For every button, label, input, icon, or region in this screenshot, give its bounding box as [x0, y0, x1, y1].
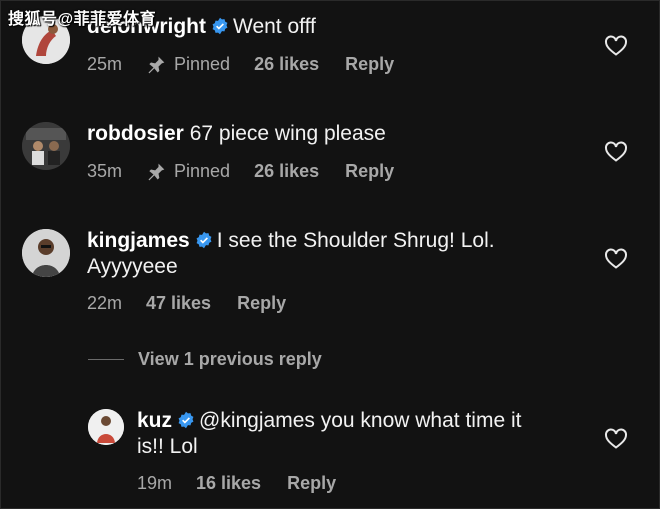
pin-icon: [148, 56, 165, 73]
heart-outline-icon[interactable]: [604, 247, 628, 269]
pinned-label: Pinned: [174, 54, 231, 74]
comment-text: I see the Shoulder Shrug! Lol.: [216, 229, 495, 252]
reply-button[interactable]: Reply: [237, 293, 286, 314]
watermark: 搜狐号@菲菲爱体育: [8, 11, 157, 28]
likes-count[interactable]: 26 likes: [254, 54, 319, 75]
comment-text: is!! Lol: [137, 435, 198, 458]
comment-text-line: is!! Lol: [137, 434, 198, 460]
heart-outline-icon[interactable]: [604, 427, 628, 449]
thread-divider: [88, 359, 124, 360]
verified-badge-icon: [196, 231, 212, 249]
pinned-indicator: Pinned: [146, 161, 230, 182]
comment-text-line: Ayyyyeee: [87, 254, 178, 280]
username[interactable]: kuz: [137, 409, 172, 432]
comment-text: Went offf: [233, 15, 316, 38]
pinned-label: Pinned: [174, 161, 231, 181]
heart-outline-icon[interactable]: [604, 34, 628, 56]
likes-count[interactable]: 47 likes: [146, 293, 211, 314]
reply-button[interactable]: Reply: [287, 473, 336, 494]
likes-count[interactable]: 16 likes: [196, 473, 261, 494]
username[interactable]: kingjames: [87, 229, 190, 252]
comment-text: 67 piece wing please: [189, 122, 386, 145]
comment-text-line: kingjames I see the Shoulder Shrug! Lol.: [87, 228, 495, 254]
comment-meta: 22m 47 likes Reply: [87, 293, 286, 314]
comment-meta: 19m 16 likes Reply: [137, 473, 336, 494]
comment-text-line: robdosier 67 piece wing please: [87, 121, 386, 147]
verified-badge-icon: [212, 17, 228, 35]
reply-button[interactable]: Reply: [345, 161, 394, 182]
pinned-indicator: Pinned: [146, 54, 230, 75]
comment-text: Ayyyyeee: [87, 255, 178, 278]
timestamp: 22m: [87, 293, 123, 313]
timestamp: 25m: [87, 54, 123, 74]
timestamp: 19m: [137, 473, 173, 493]
heart-outline-icon[interactable]: [604, 140, 628, 162]
avatar[interactable]: [88, 409, 124, 445]
avatar[interactable]: [22, 229, 70, 277]
comment-text: @kingjames you know what time it: [199, 409, 522, 432]
view-previous-replies[interactable]: View 1 previous reply: [88, 349, 322, 370]
comment-meta: 25m Pinned 26 likes Reply: [87, 54, 394, 75]
pin-icon: [148, 163, 165, 180]
view-previous-label: View 1 previous reply: [138, 349, 322, 369]
timestamp: 35m: [87, 161, 123, 181]
avatar[interactable]: [22, 122, 70, 170]
likes-count[interactable]: 26 likes: [254, 161, 319, 182]
reply-button[interactable]: Reply: [345, 54, 394, 75]
comment-meta: 35m Pinned 26 likes Reply: [87, 161, 394, 182]
comment-text-line: kuz @kingjames you know what time it: [137, 408, 521, 434]
username[interactable]: robdosier: [87, 122, 184, 145]
verified-badge-icon: [178, 411, 194, 429]
